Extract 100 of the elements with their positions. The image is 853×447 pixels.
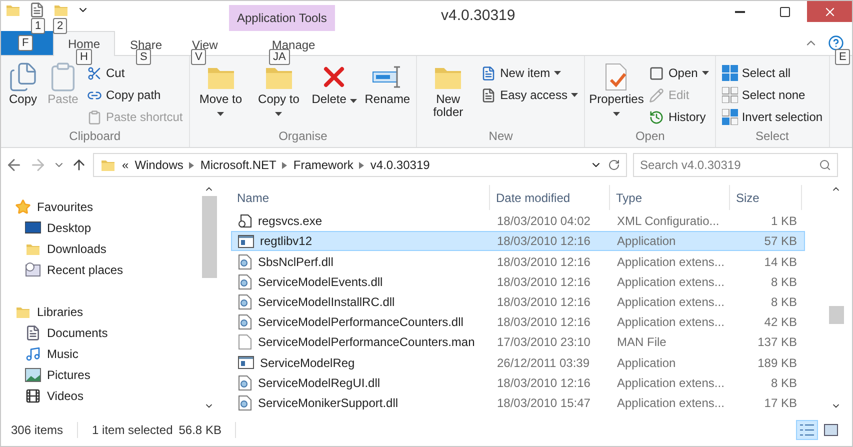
- file-row[interactable]: ServiceModelReg 26/12/2011 03:39 Application 189 KB: [231, 352, 805, 373]
- file-name: ServiceModelRegUI.dll: [232, 374, 491, 391]
- group-label: Open: [634, 129, 666, 145]
- table-cell-text: 17/03/2010 23:10: [496, 335, 592, 350]
- table-cell-text: Application extens...: [616, 294, 726, 309]
- ribbon-button[interactable]: Easy access: [478, 84, 582, 106]
- table-cell-text: XML Configuratio...: [616, 214, 720, 228]
- table-cell-text: 42 KB: [763, 315, 798, 330]
- table-cell-text: Application extens...: [616, 315, 726, 330]
- table-cell-text: 8 KB: [770, 376, 798, 390]
- breadcrumb[interactable]: Microsoft.NET: [200, 158, 276, 172]
- contextual-tab-header: Application Tools: [229, 5, 335, 31]
- ribbon-button[interactable]: Invert selection: [718, 106, 826, 128]
- file-row[interactable]: ServiceMonikerSupport.dll 18/03/2010 15:47 Application extens... 17 KB: [231, 392, 805, 414]
- table-cell-text: 8 KB: [770, 294, 798, 309]
- nav-item[interactable]: Downloads: [15, 238, 201, 259]
- file-name: ServiceModelPerformanceCounters.man: [232, 334, 491, 350]
- keytip: 1: [31, 18, 46, 34]
- nav-item[interactable]: Recent places: [15, 259, 201, 280]
- breadcrumb[interactable]: Framework: [293, 158, 354, 172]
- ribbon-button[interactable]: New item: [478, 62, 582, 84]
- table-cell-text: Application extens...: [616, 376, 726, 390]
- keytip: F: [18, 35, 33, 51]
- table-cell-text: 189 KB: [756, 356, 798, 370]
- column-header[interactable]: Type: [610, 185, 730, 210]
- nav-item[interactable]: Desktop: [15, 217, 201, 238]
- column-header[interactable]: Date modified: [490, 185, 610, 210]
- keytip: H: [76, 49, 92, 65]
- table-cell-text: 26/12/2011 03:39: [496, 356, 591, 370]
- table-cell-text: 8 KB: [770, 274, 798, 289]
- ribbon-button[interactable]: Select all: [718, 62, 826, 84]
- table-cell-text: 18/03/2010 12:16: [496, 376, 592, 390]
- ribbon-button[interactable]: New folder: [420, 59, 476, 129]
- table-cell-text: 18/03/2010 12:16: [496, 254, 592, 268]
- column-header[interactable]: Name: [231, 185, 490, 210]
- nav-item[interactable]: Documents: [15, 322, 201, 343]
- overflow-chevron[interactable]: «: [122, 158, 129, 172]
- file-name: ServiceModelInstallRC.dll: [232, 294, 491, 310]
- file-name: ServiceMonikerSupport.dll: [232, 394, 491, 411]
- ribbon-button[interactable]: Open: [646, 62, 712, 84]
- keytip: V: [191, 49, 206, 65]
- table-cell-text: 57 KB: [763, 234, 798, 248]
- table-cell-text: 18/03/2010 12:16: [496, 234, 592, 248]
- keytip: E: [835, 49, 850, 65]
- breadcrumb[interactable]: Windows: [134, 158, 184, 172]
- table-cell-text: Application extens...: [616, 254, 726, 268]
- table-cell-text: MAN File: [616, 335, 668, 350]
- nav-item[interactable]: Pictures: [15, 364, 201, 385]
- address-bar[interactable]: « Windows Microsoft.NET Framework v4.0.30319: [93, 153, 627, 177]
- ribbon-button[interactable]: Cut: [84, 62, 186, 84]
- item-count: 306 items: [11, 422, 64, 436]
- nav-item[interactable]: Music: [15, 343, 201, 364]
- table-cell-text: 18/03/2010 04:02: [496, 214, 592, 228]
- table-cell-text: Application: [616, 234, 677, 248]
- group-label: Organise: [278, 129, 328, 145]
- file-name: ServiceModelPerformanceCounters.dll: [232, 314, 491, 330]
- ribbon-button[interactable]: Rename: [362, 59, 414, 129]
- file-row[interactable]: ServiceModelInstallRC.dll 18/03/2010 12:16 Application extens... 8 KB: [231, 292, 805, 312]
- table-cell-text: 18/03/2010 12:16: [496, 294, 592, 309]
- file-name: regtlibv12: [232, 234, 491, 248]
- file-name: SbsNclPerf.dll: [232, 254, 491, 270]
- table-cell-text: 137 KB: [756, 335, 798, 350]
- file-row[interactable]: ServiceModelEvents.dll 18/03/2010 12:16 Application extens... 8 KB: [231, 272, 805, 292]
- nav-item[interactable]: Libraries: [15, 301, 201, 322]
- nav-item[interactable]: Videos: [15, 385, 201, 406]
- keytip: S: [136, 49, 152, 65]
- ribbon-button[interactable]: Copy: [4, 59, 42, 129]
- ribbon-button[interactable]: Properties: [588, 59, 644, 129]
- table-cell-text: 18/03/2010 15:47: [496, 396, 592, 410]
- table-cell-text: 17 KB: [763, 396, 798, 410]
- table-cell-text: 18/03/2010 12:16: [496, 315, 592, 330]
- group-label: New: [488, 129, 514, 145]
- file-row[interactable]: regtlibv12 18/03/2010 12:16 Application 57 KB: [231, 231, 805, 252]
- ribbon-button[interactable]: History: [646, 106, 712, 128]
- file-row[interactable]: ServiceModelPerformanceCounters.man 17/03/2010 23:10 MAN File 137 KB: [231, 332, 805, 352]
- table-cell-text: Application extens...: [616, 274, 726, 289]
- file-row[interactable]: SbsNclPerf.dll 18/03/2010 12:16 Application extens... 14 KB: [231, 251, 805, 272]
- group-label: Select: [754, 129, 790, 145]
- file-name: ServiceModelEvents.dll: [232, 274, 491, 290]
- selection-size: 56.8 KB: [178, 422, 222, 436]
- file-name: regsvcs.exe: [232, 214, 491, 228]
- window-title: v4.0.30319: [441, 7, 516, 24]
- file-row[interactable]: regsvcs.exe 18/03/2010 04:02 XML Configuratio... 1 KB: [231, 211, 805, 232]
- search-field[interactable]: Search v4.0.30319: [633, 153, 838, 177]
- table-cell-text: Application: [616, 356, 677, 370]
- table-cell-text: 14 KB: [763, 254, 798, 268]
- ribbon-button[interactable]: Delete: [308, 59, 360, 129]
- group-label: Clipboard: [68, 129, 122, 145]
- keytip: 2: [53, 18, 68, 34]
- keytip: JA: [269, 49, 290, 65]
- ribbon-button[interactable]: Select none: [718, 84, 826, 106]
- selection-info: 1 item selected: [92, 422, 173, 436]
- ribbon-button[interactable]: Copy path: [84, 84, 186, 106]
- file-row[interactable]: ServiceModelPerformanceCounters.dll 18/03/2010 12:16 Application extens... 42 KB: [231, 312, 805, 332]
- table-cell-text: Application extens...: [616, 396, 726, 410]
- file-name: ServiceModelReg: [232, 356, 491, 370]
- column-header[interactable]: Size: [730, 185, 802, 210]
- file-row[interactable]: ServiceModelRegUI.dll 18/03/2010 12:16 Application extens... 8 KB: [231, 372, 805, 393]
- nav-item[interactable]: Favourites: [15, 196, 201, 217]
- breadcrumb[interactable]: v4.0.30319: [370, 158, 430, 172]
